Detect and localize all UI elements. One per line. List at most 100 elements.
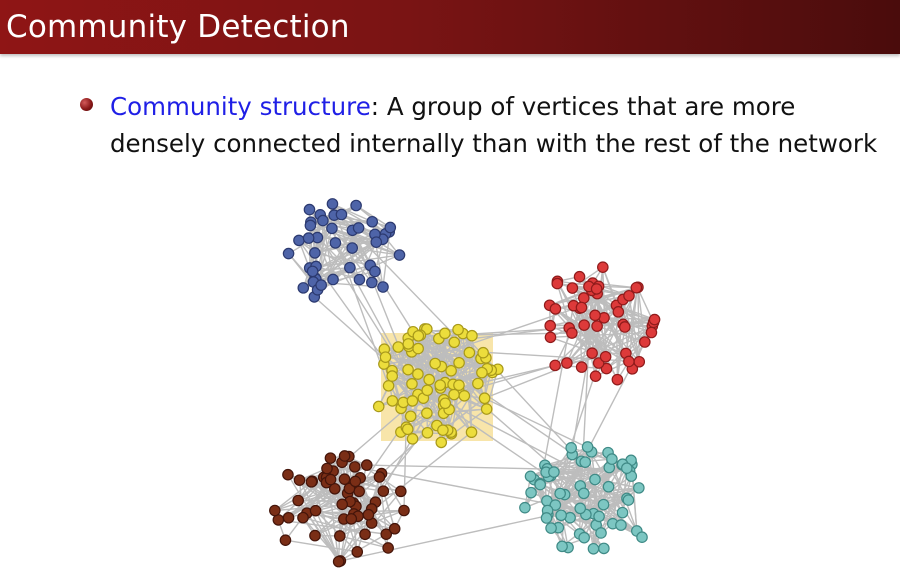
bullet-text: Community structure: A group of vertices…	[110, 88, 877, 162]
red-community-node	[645, 326, 658, 339]
bullet-line1: A group of vertices that are more	[379, 92, 796, 121]
bullet-icon	[80, 98, 93, 111]
teal-community-node	[597, 498, 610, 511]
teal-community-node	[622, 494, 635, 506]
yellow-community-node	[386, 395, 399, 407]
teal-community-node	[593, 510, 605, 523]
teal-community-node	[579, 456, 592, 468]
red-community-node	[551, 277, 564, 290]
teal-community-node	[540, 512, 553, 524]
teal-community-node	[621, 462, 633, 475]
brown-community-node	[293, 474, 306, 486]
blue-community-node	[293, 234, 305, 247]
yellow-community-node	[439, 327, 451, 340]
brown-community-node	[282, 468, 294, 481]
yellow-community-node	[434, 379, 446, 391]
red-community-node	[549, 303, 562, 315]
teal-community-node	[548, 466, 560, 478]
slide-title: Community Detection	[6, 9, 350, 45]
bullet-line2: densely connected internally than with t…	[110, 129, 878, 158]
yellow-community-node	[404, 410, 417, 423]
yellow-community-node	[437, 424, 449, 436]
red-community-node	[575, 361, 588, 373]
brown-community-node	[338, 450, 351, 462]
blue-community-node	[282, 247, 295, 260]
yellow-community-node	[463, 346, 476, 359]
yellow-community-node	[429, 357, 441, 370]
red-community-node	[612, 306, 625, 318]
blue-community-node	[327, 273, 339, 286]
brown-community-node	[279, 534, 292, 546]
blue-community-node	[366, 215, 379, 228]
blue-community-node	[346, 242, 359, 254]
brown-community-node	[338, 473, 351, 485]
yellow-community-node	[379, 351, 392, 363]
yellow-community-node	[472, 377, 484, 390]
yellow-community-node	[477, 346, 489, 359]
brown-community-node	[398, 504, 410, 517]
blue-community-node	[297, 282, 310, 294]
blue-community-node	[309, 247, 321, 259]
yellow-community-node	[476, 366, 488, 379]
yellow-community-node	[448, 388, 460, 401]
yellow-community-node	[402, 338, 415, 350]
red-community-node	[639, 336, 651, 348]
teal-community-node	[633, 482, 645, 494]
yellow-community-node	[439, 397, 452, 410]
teal-community-node	[554, 487, 566, 500]
red-community-node	[597, 261, 609, 273]
red-community-node	[549, 359, 561, 372]
brown-community-node	[297, 511, 309, 524]
red-community-node	[589, 370, 602, 382]
yellow-community-node	[382, 380, 395, 392]
brown-community-node	[388, 522, 401, 535]
teal-community-node	[545, 522, 557, 534]
blue-community-node	[317, 214, 329, 227]
brown-community-node	[349, 475, 362, 488]
yellow-community-node	[406, 395, 419, 407]
brown-community-node	[292, 494, 304, 507]
blue-community-node	[326, 222, 338, 235]
yellow-community-node	[421, 426, 434, 439]
yellow-community-node	[412, 330, 425, 342]
yellow-community-node	[452, 323, 464, 336]
red-community-node	[599, 350, 612, 363]
red-community-node	[619, 321, 631, 333]
slide-title-bar: Community Detection	[0, 0, 900, 54]
red-community-node	[633, 355, 646, 368]
brown-community-node	[353, 485, 365, 498]
blue-community-node	[353, 273, 366, 286]
blue-community-node	[329, 237, 342, 249]
yellow-community-node	[458, 389, 471, 402]
yellow-community-node	[480, 403, 493, 415]
yellow-community-node	[453, 356, 465, 369]
yellow-community-node	[448, 336, 461, 349]
yellow-community-node	[423, 373, 435, 386]
brown-community-node	[334, 530, 346, 542]
bullet-term: Community structure	[110, 92, 371, 121]
bullet-separator: :	[370, 92, 380, 121]
teal-community-node	[595, 527, 607, 539]
yellow-community-node	[406, 378, 418, 390]
teal-community-node	[534, 478, 546, 491]
teal-community-node	[615, 519, 627, 531]
red-community-node	[566, 327, 578, 339]
teal-community-node	[565, 442, 577, 454]
brown-community-node	[309, 529, 321, 542]
yellow-community-node	[478, 392, 491, 405]
brown-community-node	[362, 508, 375, 521]
teal-community-node	[519, 501, 531, 514]
brown-community-node	[373, 471, 386, 483]
red-community-node	[623, 289, 635, 302]
teal-community-node	[577, 487, 590, 500]
blue-community-node	[306, 265, 319, 278]
blue-community-node	[393, 249, 406, 261]
yellow-community-node	[453, 379, 465, 391]
brown-community-node	[351, 546, 364, 558]
teal-community-node	[578, 531, 590, 544]
yellow-community-node	[421, 384, 434, 397]
blue-community-node	[315, 279, 327, 291]
blue-community-node	[377, 281, 389, 293]
teal-community-node	[524, 470, 537, 483]
red-community-node	[648, 313, 661, 326]
